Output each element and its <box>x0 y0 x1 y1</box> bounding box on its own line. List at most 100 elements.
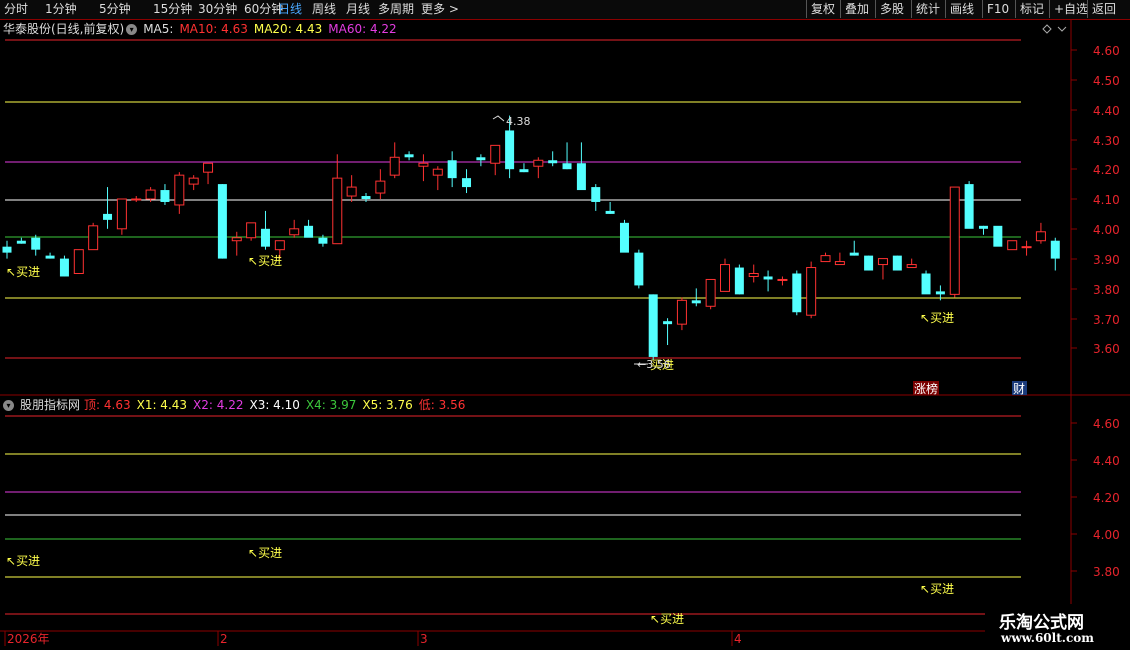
candle-body[interactable] <box>318 237 328 244</box>
main-annotations: ↖买进 ↖买进 ↖买进 买进 4.38 ←3.56 涨榜 财 <box>6 115 1027 396</box>
candle-body[interactable] <box>748 273 759 277</box>
candle-body[interactable] <box>88 225 99 251</box>
candle-body[interactable] <box>834 261 845 266</box>
indicator-title[interactable]: 股朋指标网 <box>20 398 80 412</box>
axis-tick-label: 4.20 <box>1093 491 1120 505</box>
candle-body[interactable] <box>246 222 257 239</box>
candle-body[interactable] <box>131 198 142 201</box>
buy-signal: ↖买进 <box>920 582 954 596</box>
axis-tick-label: 3.60 <box>1093 342 1120 356</box>
kline-chart[interactable]: 4.60 4.50 4.40 4.30 4.20 4.10 4.00 3.90 … <box>0 0 1130 650</box>
candle-body[interactable] <box>806 267 817 316</box>
candle-body[interactable] <box>231 237 242 242</box>
candle-body[interactable] <box>648 294 658 357</box>
date-label: 2026年 <box>7 632 50 646</box>
logo-title: 乐淘公式网 <box>999 613 1084 633</box>
candle-body[interactable] <box>533 159 544 167</box>
candle-body[interactable] <box>1035 231 1046 242</box>
candle-body[interactable] <box>174 174 185 206</box>
candle-body[interactable] <box>116 198 127 230</box>
buy-signal: ↖买进 <box>650 612 684 626</box>
candle-body[interactable] <box>978 225 988 229</box>
candle-body[interactable] <box>548 160 558 164</box>
candle-body[interactable] <box>935 291 945 295</box>
candle-body[interactable] <box>203 162 214 173</box>
candle-body[interactable] <box>605 210 615 214</box>
candle-body[interactable] <box>993 225 1003 247</box>
candle-body[interactable] <box>59 258 69 277</box>
candle-body[interactable] <box>849 252 859 256</box>
sub-info-bar: ▾ 股朋指标网 顶: 4.63 X1: 4.43 X2: 4.22 X3: 4.10 X4:… <box>3 397 471 414</box>
candle-body[interactable] <box>145 189 156 200</box>
candle-body[interactable] <box>103 213 113 220</box>
candle-body[interactable] <box>346 186 357 197</box>
candle-body[interactable] <box>591 187 601 202</box>
candle-body[interactable] <box>820 255 831 263</box>
candle-body[interactable] <box>260 228 270 247</box>
candle-body[interactable] <box>734 267 744 295</box>
candle-body[interactable] <box>160 190 170 202</box>
candle-body[interactable] <box>2 246 12 253</box>
candle-body[interactable] <box>921 273 931 295</box>
candle-body[interactable] <box>634 252 644 286</box>
candle-body[interactable] <box>16 240 26 244</box>
candle-body[interactable] <box>1021 246 1032 249</box>
candle-body[interactable] <box>404 154 414 158</box>
candle-body[interactable] <box>576 163 586 191</box>
candlestick-series <box>2 115 1060 360</box>
candle-body[interactable] <box>663 321 673 325</box>
candle-body[interactable] <box>73 249 84 275</box>
candle-body[interactable] <box>375 180 386 194</box>
candle-body[interactable] <box>619 222 629 253</box>
candle-body[interactable] <box>792 273 802 313</box>
ma10-label: MA10: 4.63 <box>179 22 248 36</box>
settings-icon[interactable]: ▾ <box>126 24 138 35</box>
stock-title[interactable]: 华泰股份(日线,前复权) <box>3 22 124 36</box>
candle-body[interactable] <box>1050 240 1060 259</box>
di-label: 低: 3.56 <box>418 398 466 412</box>
x3-label: X3: 4.10 <box>249 398 300 412</box>
candle-body[interactable] <box>964 184 974 229</box>
candle-body[interactable] <box>676 299 687 325</box>
candle-body[interactable] <box>31 237 41 250</box>
candle-body[interactable] <box>432 168 443 176</box>
candle-body[interactable] <box>505 130 515 170</box>
candle-body[interactable] <box>332 177 343 245</box>
candle-body[interactable] <box>304 225 314 238</box>
candle-body[interactable] <box>45 255 55 259</box>
candle-body[interactable] <box>274 240 285 251</box>
candle-body[interactable] <box>720 264 730 292</box>
candle-body[interactable] <box>877 258 888 266</box>
candle-body[interactable] <box>418 162 429 167</box>
buy-label: 买进 <box>16 554 40 568</box>
x4-label: X4: 3.97 <box>305 398 357 412</box>
candle-body[interactable] <box>892 255 902 271</box>
candle-body[interactable] <box>777 278 788 281</box>
candle-body[interactable] <box>519 169 529 173</box>
candle-body[interactable] <box>562 163 572 170</box>
candle-body[interactable] <box>949 186 960 295</box>
date-label: 4 <box>734 632 742 646</box>
candle-body[interactable] <box>389 156 400 176</box>
diamond-icon[interactable] <box>1042 24 1052 34</box>
chevron-down-icon[interactable] <box>1057 26 1067 32</box>
candle-body[interactable] <box>763 276 773 280</box>
buy-signal: ↖买进 <box>248 254 282 268</box>
candle-body[interactable] <box>490 144 501 164</box>
candle-body[interactable] <box>361 196 371 199</box>
candle-body[interactable] <box>705 278 716 307</box>
candle-body[interactable] <box>188 177 199 185</box>
indicator-settings-icon[interactable]: ▾ <box>3 400 14 411</box>
candle-body[interactable] <box>691 300 701 304</box>
candle-body[interactable] <box>476 157 486 161</box>
candle-body[interactable] <box>462 178 472 188</box>
candle-body[interactable] <box>906 264 917 269</box>
candle-body[interactable] <box>217 184 227 259</box>
buy-signal: ↖买进 <box>6 554 40 568</box>
candle-body[interactable] <box>447 160 457 179</box>
candle-body[interactable] <box>1007 240 1018 251</box>
site-logo: 乐淘公式网 www.60lt.com <box>985 604 1130 650</box>
axis-tick-label: 3.80 <box>1093 565 1120 579</box>
candle-body[interactable] <box>289 228 300 236</box>
candle-body[interactable] <box>864 255 874 271</box>
